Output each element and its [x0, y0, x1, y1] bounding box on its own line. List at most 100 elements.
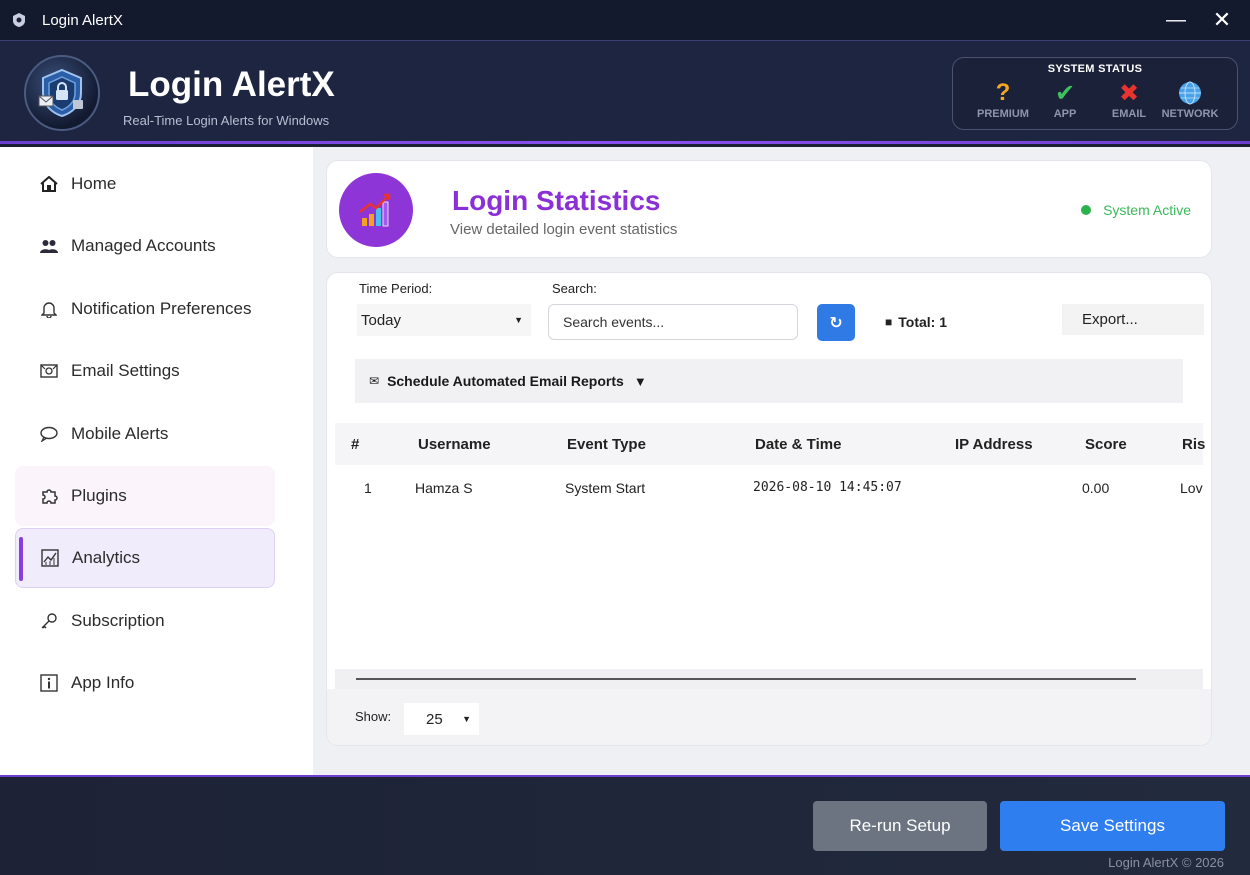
- time-period-value: Today: [361, 311, 402, 329]
- users-icon: [37, 239, 61, 253]
- column-header[interactable]: Username: [418, 436, 491, 453]
- chat-bubble-icon: [37, 426, 61, 442]
- footer: Re-run Setup Save Settings Login AlertX …: [0, 775, 1250, 875]
- refresh-button[interactable]: ↻: [817, 304, 855, 341]
- column-header[interactable]: Score: [1085, 436, 1127, 453]
- email-icon: [37, 364, 61, 378]
- total-count: ■ Total: 1: [885, 314, 947, 330]
- sidebar-item-label: Managed Accounts: [71, 236, 216, 255]
- column-header[interactable]: Event Type: [567, 436, 646, 453]
- app-icon: [8, 9, 30, 31]
- status-label: EMAIL: [1111, 108, 1147, 120]
- copyright: Login AlertX © 2026: [1108, 855, 1224, 870]
- events-table: # Username Event Type Date & Time IP Add…: [335, 423, 1205, 689]
- status-label: APP: [1053, 108, 1077, 120]
- chevron-down-icon: ▼: [514, 315, 523, 325]
- search-label: Search:: [552, 281, 597, 296]
- app-tagline: Real-Time Login Alerts for Windows: [123, 113, 330, 128]
- sidebar-item-analytics[interactable]: Analytics: [15, 528, 275, 588]
- minimize-button[interactable]: —: [1154, 0, 1198, 40]
- sidebar-item-label: App Info: [71, 673, 135, 692]
- sidebar-item-app-info[interactable]: App Info: [15, 653, 275, 713]
- column-header[interactable]: Ris: [1182, 436, 1205, 453]
- info-icon: [37, 674, 61, 692]
- page-header-card: Login Statistics View detailed login eve…: [326, 160, 1212, 258]
- sidebar-item-email-settings[interactable]: Email Settings: [15, 341, 275, 401]
- schedule-reports-toggle[interactable]: ✉ Schedule Automated Email Reports ▼: [355, 359, 1183, 403]
- column-header[interactable]: Date & Time: [755, 436, 841, 453]
- search-input[interactable]: [548, 304, 798, 340]
- sidebar-item-label: Subscription: [71, 611, 165, 630]
- sidebar: Home Managed Accounts Notification Prefe…: [0, 147, 313, 775]
- puzzle-icon: [37, 487, 61, 505]
- shield-logo-icon: [24, 55, 100, 131]
- system-active-label: System Active: [1103, 202, 1191, 218]
- bar-chart-trend-icon: [339, 173, 413, 247]
- triangle-down-icon: ▼: [633, 373, 647, 389]
- sidebar-item-subscription[interactable]: Subscription: [15, 591, 275, 651]
- table-cell: Hamza S: [415, 480, 473, 496]
- scrollbar-thumb[interactable]: [356, 678, 1136, 680]
- window-title: Login AlertX: [42, 11, 123, 29]
- app-header: Login AlertX Real-Time Login Alerts for …: [0, 40, 1250, 144]
- sidebar-item-mobile-alerts[interactable]: Mobile Alerts: [15, 404, 275, 464]
- table-cell: System Start: [565, 480, 646, 496]
- sidebar-item-label: Notification Preferences: [71, 299, 252, 318]
- main-content: Login Statistics View detailed login eve…: [313, 147, 1250, 775]
- export-button[interactable]: Export...: [1062, 304, 1204, 335]
- key-icon: [37, 612, 61, 630]
- column-header[interactable]: IP Address: [955, 436, 1033, 453]
- table-cell: 2026-08-10 14:45:07: [753, 480, 902, 495]
- column-header[interactable]: #: [351, 436, 359, 453]
- sidebar-item-label: Home: [71, 174, 117, 193]
- table-header: # Username Event Type Date & Time IP Add…: [335, 423, 1205, 465]
- status-label: PREMIUM: [977, 108, 1029, 120]
- home-icon: [37, 176, 61, 192]
- sidebar-item-label: Plugins: [71, 486, 127, 505]
- bell-icon: [37, 300, 61, 318]
- status-dot-icon: [1081, 205, 1092, 215]
- globe-icon: [1160, 78, 1220, 108]
- check-icon: ✔: [1054, 79, 1076, 107]
- box-icon: ■: [885, 315, 893, 329]
- total-label: Total: 1: [898, 314, 947, 330]
- time-period-label: Time Period:: [359, 281, 433, 296]
- page-size-select[interactable]: 25 ▼: [404, 703, 479, 735]
- chart-icon: [38, 549, 62, 567]
- sidebar-item-label: Mobile Alerts: [71, 424, 169, 443]
- pagination-bar: Show: 25 ▼: [327, 689, 1211, 745]
- sidebar-item-label: Email Settings: [71, 361, 180, 380]
- status-network: NETWORK: [1160, 78, 1220, 120]
- horizontal-scrollbar[interactable]: [335, 669, 1203, 689]
- table-cell: Lov: [1180, 480, 1203, 496]
- cross-icon: ✖: [1118, 79, 1140, 107]
- statistics-card: Time Period: Today ▼ Search: ↻ ■ Total: …: [326, 272, 1212, 746]
- status-premium: ? PREMIUM: [973, 78, 1033, 120]
- sidebar-item-notification-preferences[interactable]: Notification Preferences: [15, 279, 275, 339]
- save-settings-button[interactable]: Save Settings: [1000, 801, 1225, 851]
- system-status-panel: SYSTEM STATUS ? PREMIUM ✔ APP ✖ EMAIL NE…: [952, 57, 1238, 130]
- show-label: Show:: [355, 709, 392, 724]
- page-subtitle: View detailed login event statistics: [450, 221, 678, 238]
- system-active-status: System Active: [1081, 202, 1191, 218]
- page-title: Login Statistics: [452, 185, 661, 216]
- sidebar-item-home[interactable]: Home: [15, 154, 275, 214]
- rerun-setup-button[interactable]: Re-run Setup: [813, 801, 987, 851]
- table-cell: 0.00: [1082, 480, 1110, 496]
- status-app: ✔ APP: [1035, 78, 1095, 121]
- status-label: NETWORK: [1161, 108, 1219, 120]
- schedule-label: Schedule Automated Email Reports: [387, 373, 624, 389]
- status-email: ✖ EMAIL: [1099, 78, 1159, 121]
- sidebar-item-managed-accounts[interactable]: Managed Accounts: [15, 216, 275, 276]
- sidebar-item-label: Analytics: [72, 548, 141, 567]
- question-icon: ?: [995, 79, 1011, 106]
- time-period-select[interactable]: Today ▼: [357, 304, 531, 336]
- table-cell: 1: [364, 480, 372, 496]
- page-size-value: 25: [426, 710, 443, 728]
- chevron-down-icon: ▼: [462, 714, 471, 724]
- title-bar: Login AlertX — ✕: [0, 0, 1250, 40]
- sidebar-item-plugins[interactable]: Plugins: [15, 466, 275, 526]
- envelope-icon: ✉: [369, 374, 380, 388]
- app-name: Login AlertX: [128, 65, 335, 104]
- close-button[interactable]: ✕: [1200, 0, 1244, 40]
